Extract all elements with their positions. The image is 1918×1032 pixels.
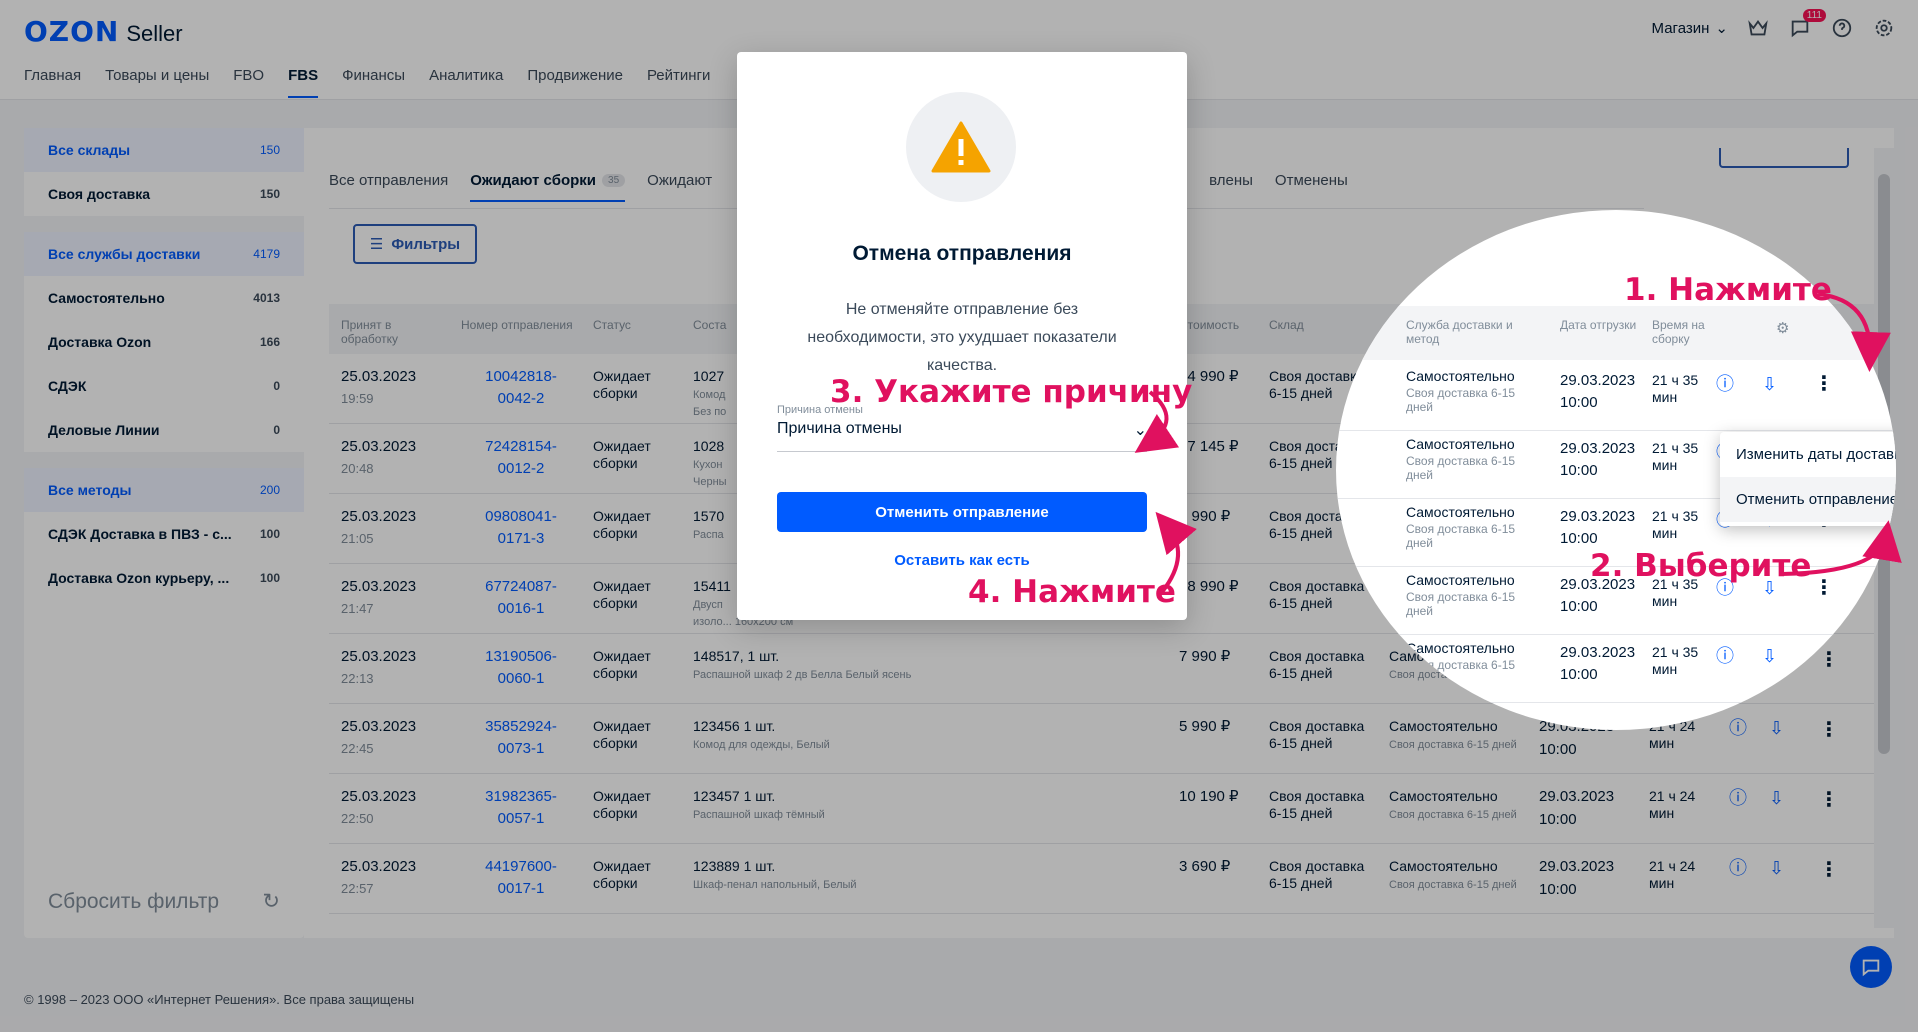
arrow-step-4 xyxy=(1155,511,1197,594)
arrow-step-2 xyxy=(1781,520,1902,576)
arrow-step-1 xyxy=(1817,292,1891,372)
arrow-step-3 xyxy=(1134,390,1180,453)
annotation-arrows xyxy=(1134,292,1902,594)
